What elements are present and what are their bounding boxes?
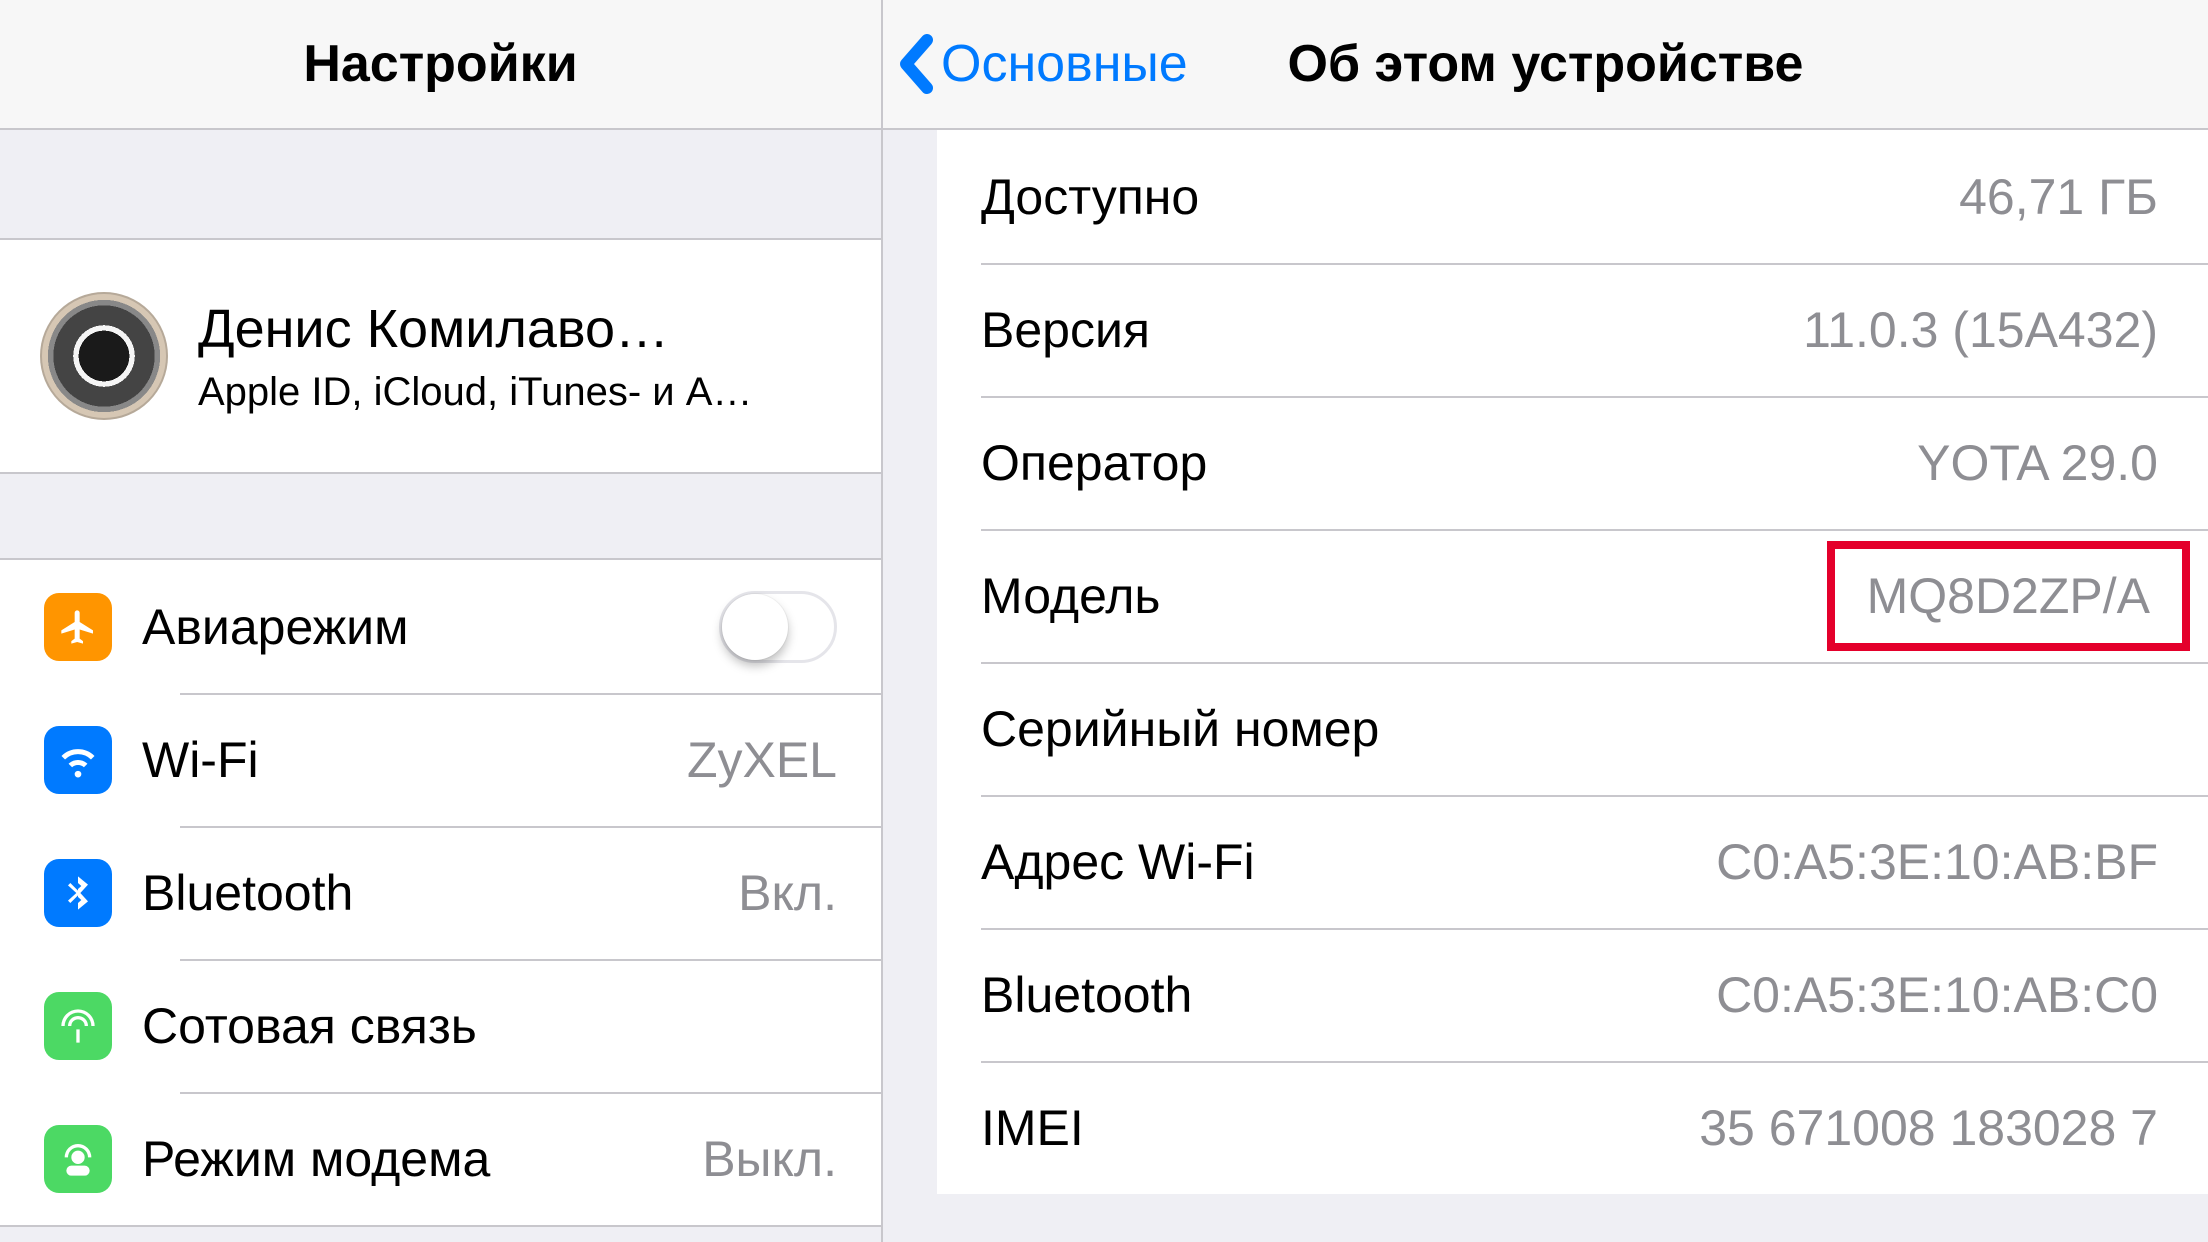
connectivity-group: Авиарежим Wi-Fi ZyXEL Bluetooth Вкл. — [0, 558, 881, 1227]
about-list: Доступно 46,71 ГБ Версия 11.0.3 (15A432)… — [937, 130, 2208, 1194]
row-value: 46,71 ГБ — [1959, 168, 2158, 226]
row-version[interactable]: Версия 11.0.3 (15A432) — [937, 263, 2208, 396]
row-label: IMEI — [981, 1099, 1699, 1157]
cellular-icon — [44, 992, 112, 1060]
row-carrier[interactable]: Оператор YOTA 29.0 — [937, 396, 2208, 529]
sidebar-item-bluetooth[interactable]: Bluetooth Вкл. — [0, 826, 881, 959]
avatar — [40, 292, 168, 420]
row-serial[interactable]: Серийный номер — [937, 662, 2208, 795]
sidebar-item-cellular[interactable]: Сотовая связь — [0, 959, 881, 1092]
bluetooth-label: Bluetooth — [142, 864, 738, 922]
chevron-left-icon — [897, 34, 933, 94]
row-label: Версия — [981, 301, 1803, 359]
detail-pane: Основные Об этом устройстве Доступно 46,… — [883, 0, 2208, 1242]
hotspot-value: Выкл. — [702, 1130, 837, 1188]
row-value: 11.0.3 (15A432) — [1803, 301, 2158, 359]
row-label: Bluetooth — [981, 966, 1716, 1024]
back-button[interactable]: Основные — [883, 34, 1188, 94]
sidebar-item-hotspot[interactable]: Режим модема Выкл. — [0, 1092, 881, 1225]
row-label: Адрес Wi-Fi — [981, 833, 1716, 891]
profile-subtitle: Apple ID, iCloud, iTunes- и A… — [198, 370, 752, 415]
row-available[interactable]: Доступно 46,71 ГБ — [937, 130, 2208, 263]
sidebar-item-wifi[interactable]: Wi-Fi ZyXEL — [0, 693, 881, 826]
row-imei[interactable]: IMEI 35 671008 183028 7 — [937, 1061, 2208, 1194]
profile-name: Денис Комилаво… — [198, 298, 752, 360]
airplane-switch[interactable] — [719, 591, 837, 663]
airplane-icon — [44, 593, 112, 661]
back-label: Основные — [941, 34, 1188, 94]
row-label: Модель — [981, 567, 1827, 625]
airplane-label: Авиарежим — [142, 598, 719, 656]
profile-group: Денис Комилаво… Apple ID, iCloud, iTunes… — [0, 238, 881, 474]
wifi-icon — [44, 726, 112, 794]
cellular-label: Сотовая связь — [142, 997, 837, 1055]
left-title: Настройки — [303, 34, 577, 94]
row-value: YOTA 29.0 — [1917, 434, 2158, 492]
row-value: C0:A5:3E:10:AB:C0 — [1716, 966, 2158, 1024]
wifi-value: ZyXEL — [687, 731, 837, 789]
sidebar-item-airplane[interactable]: Авиарежим — [0, 560, 881, 693]
hotspot-icon — [44, 1125, 112, 1193]
row-value: C0:A5:3E:10:AB:BF — [1716, 833, 2158, 891]
bluetooth-value: Вкл. — [738, 864, 837, 922]
row-label: Серийный номер — [981, 700, 2158, 758]
row-value-highlighted: MQ8D2ZP/A — [1827, 541, 2190, 651]
bluetooth-icon — [44, 859, 112, 927]
wifi-label: Wi-Fi — [142, 731, 687, 789]
row-wifi-address[interactable]: Адрес Wi-Fi C0:A5:3E:10:AB:BF — [937, 795, 2208, 928]
row-label: Оператор — [981, 434, 1917, 492]
left-nav-bar: Настройки — [0, 0, 881, 130]
row-label: Доступно — [981, 168, 1959, 226]
row-bluetooth-address[interactable]: Bluetooth C0:A5:3E:10:AB:C0 — [937, 928, 2208, 1061]
right-nav-bar: Основные Об этом устройстве — [883, 0, 2208, 130]
apple-id-row[interactable]: Денис Комилаво… Apple ID, iCloud, iTunes… — [0, 240, 881, 472]
row-model[interactable]: Модель MQ8D2ZP/A — [937, 529, 2208, 662]
hotspot-label: Режим модема — [142, 1130, 702, 1188]
row-value: 35 671008 183028 7 — [1699, 1099, 2158, 1157]
settings-sidebar: Настройки Денис Комилаво… Apple ID, iClo… — [0, 0, 883, 1242]
